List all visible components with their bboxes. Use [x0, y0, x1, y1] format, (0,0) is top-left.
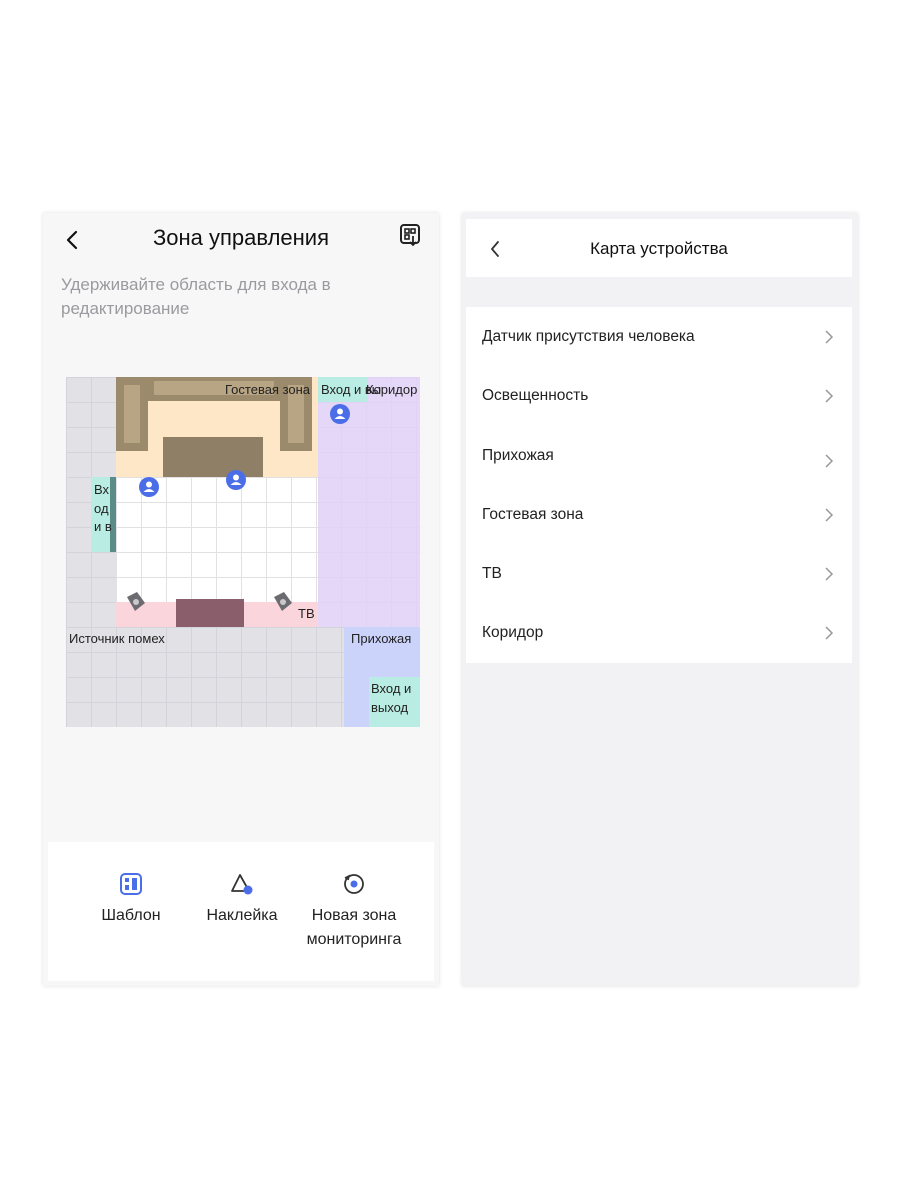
list-item[interactable]: Освещенность — [466, 366, 852, 425]
control-zone-screen: Зона управления Удерживайте область для … — [43, 213, 439, 986]
bottom-toolbar: Шаблон Наклейка Новая зона мониторинга — [48, 842, 434, 981]
list-item[interactable]: Гостевая зона — [466, 485, 852, 544]
chevron-right-icon — [825, 389, 834, 403]
room-map[interactable]: Гостевая зона Вход и вы Коридор Вх од и … — [66, 377, 420, 727]
qr-scan-icon[interactable] — [399, 223, 425, 249]
new-zone-button[interactable]: Новая зона мониторинга — [298, 872, 410, 952]
page-title: Зона управления — [152, 225, 329, 250]
list-item[interactable]: Прихожая — [466, 426, 852, 485]
list-item-label: ТВ — [482, 565, 502, 583]
new-zone-icon — [344, 874, 364, 894]
sticker-label: Наклейка — [206, 907, 278, 924]
device-list: Датчик присутствия человека Освещенность… — [466, 307, 852, 663]
header: Зона управления — [43, 213, 439, 269]
chevron-right-icon — [825, 330, 834, 344]
speaker-icon — [127, 592, 145, 611]
list-item-label: Коридор — [482, 624, 544, 642]
list-item-label: Прихожая — [482, 446, 554, 464]
device-map-screen: Карта устройства Датчик присутствия чело… — [462, 213, 858, 986]
zone-label-entrance-left: Вх — [94, 482, 110, 497]
chevron-right-icon — [825, 508, 834, 522]
template-icon — [120, 873, 142, 895]
zone-label-hallway: Прихожая — [351, 631, 412, 646]
list-item[interactable]: ТВ — [466, 544, 852, 603]
speaker-icon — [274, 592, 292, 611]
chevron-right-icon — [825, 454, 834, 468]
new-zone-label: Новая зона — [311, 907, 397, 924]
template-button[interactable]: Шаблон — [98, 872, 164, 928]
zone-label-guest: Гостевая зона — [225, 382, 311, 397]
sticker-icon — [231, 874, 253, 895]
list-item[interactable]: Датчик присутствия человека — [466, 307, 852, 366]
coffee-table — [163, 437, 263, 477]
person-icon[interactable] — [330, 404, 350, 424]
list-item-label: Датчик присутствия человека — [482, 328, 695, 345]
edit-hint: Удерживайте область для входа в редактир… — [61, 275, 331, 318]
zone-label-interference: Источник помех — [69, 631, 165, 646]
door-left — [110, 477, 116, 552]
new-zone-label: мониторинга — [306, 931, 402, 948]
person-icon[interactable] — [226, 470, 246, 490]
zone-label-corridor: Коридор — [366, 382, 418, 397]
list-item-label: Гостевая зона — [482, 505, 584, 523]
list-item-label: Освещенность — [482, 387, 589, 405]
zone-label-entrance-bottom: выход — [371, 700, 409, 715]
chevron-right-icon — [825, 567, 834, 581]
list-item[interactable]: Коридор — [466, 603, 852, 662]
zone-label-entrance-bottom: Вход и — [371, 681, 412, 696]
template-label: Шаблон — [101, 907, 161, 924]
zone-corridor[interactable] — [318, 402, 420, 627]
sofa-cushions — [124, 385, 140, 443]
tv-stand — [176, 599, 244, 627]
sticker-button[interactable]: Наклейка — [202, 872, 282, 928]
header: Карта устройства — [466, 219, 852, 277]
zone-label-entrance-left: и в — [94, 519, 112, 534]
zone-label-tv: ТВ — [298, 606, 315, 621]
page-title: Карта устройства — [590, 239, 728, 258]
person-icon[interactable] — [139, 477, 159, 497]
chevron-right-icon — [825, 626, 834, 641]
zone-label-entrance-left: од — [94, 501, 109, 516]
